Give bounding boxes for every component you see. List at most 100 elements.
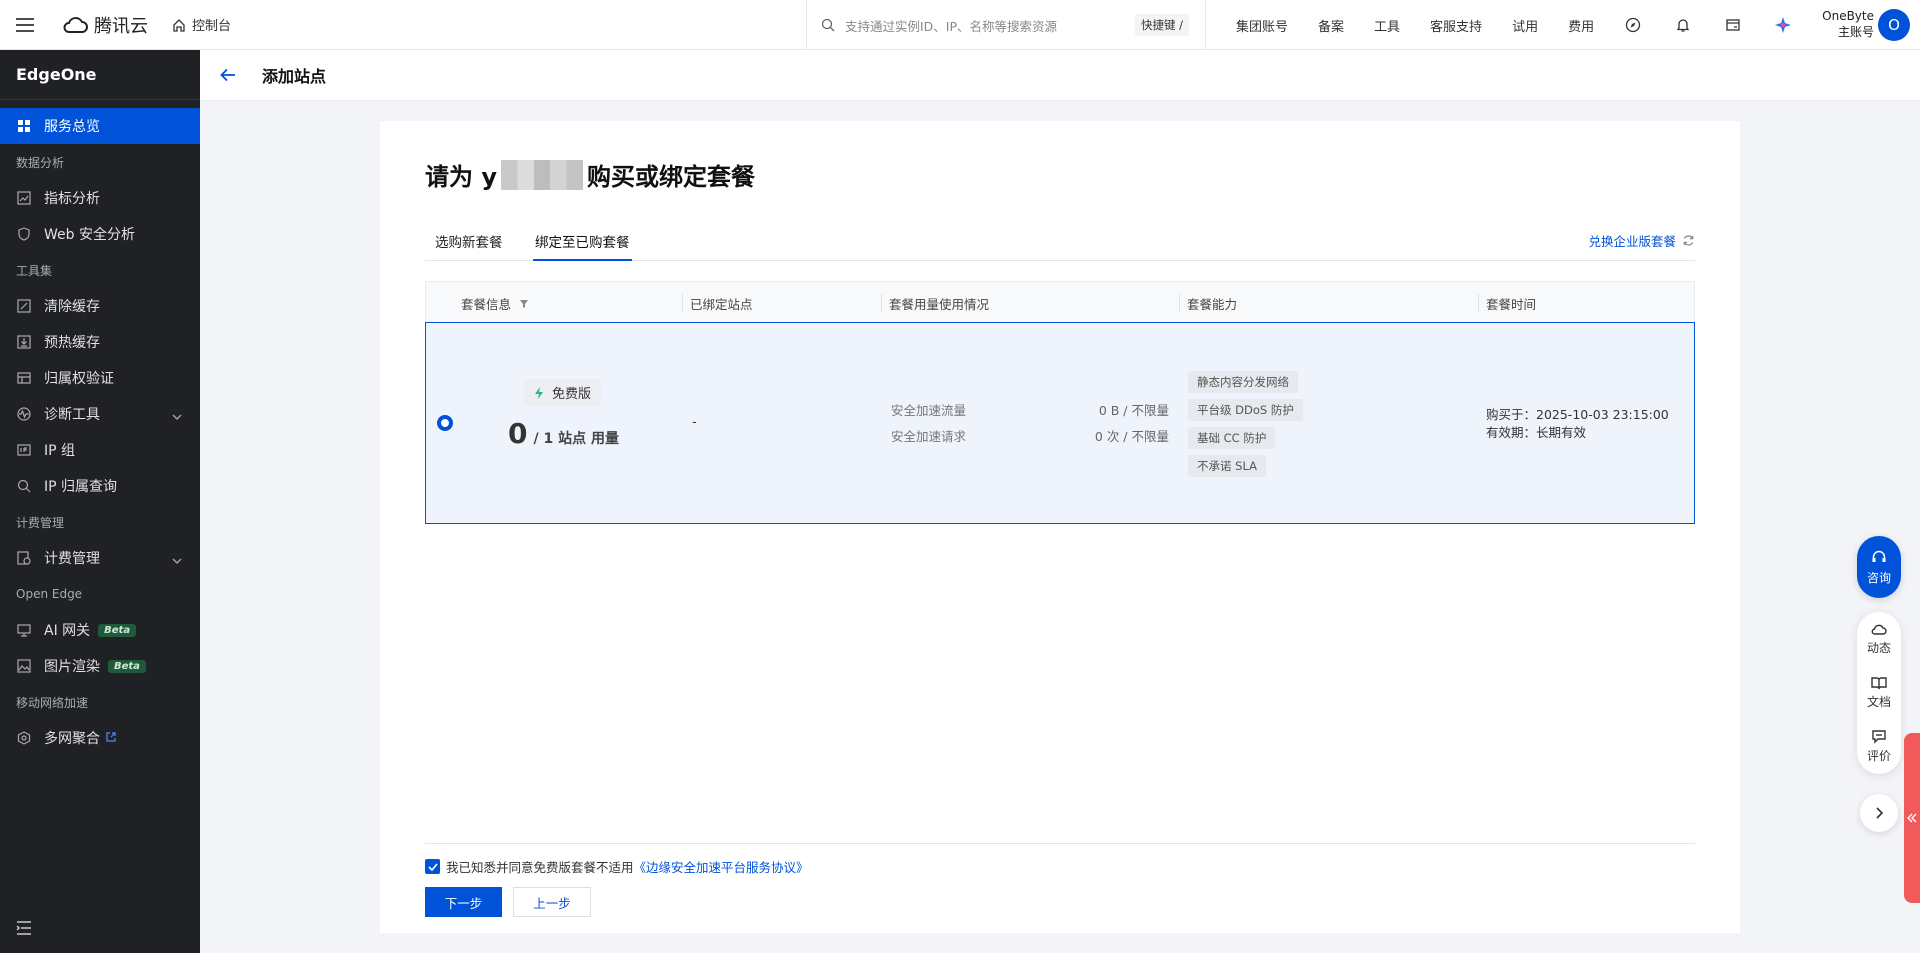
nav-billing[interactable]: 费用 [1568,16,1594,35]
bolt-icon [535,386,543,399]
agree-checkbox[interactable] [425,859,440,874]
collapse-sidebar-icon[interactable] [16,921,32,939]
sidebar-group-label: Open Edge [16,587,83,601]
cloud-icon [1871,624,1887,635]
sidebar-group-label: 工具集 [16,263,53,278]
filter-icon[interactable] [519,299,529,309]
sidebar-item-label: 归属权验证 [44,371,114,387]
search-input[interactable]: 支持通过实例ID、IP、名称等搜索资源 快捷键 / [806,0,1206,50]
float-updates[interactable]: 动态 [1857,612,1901,666]
sidebar-item-label: IP 归属查询 [44,479,118,495]
double-chevron-left-icon [1907,813,1917,823]
chevron-down-icon [172,408,182,424]
book-icon [1871,677,1887,690]
beta-badge: Beta [108,659,146,673]
col-plan-info: 套餐信息 [461,294,529,313]
sidebar-item[interactable]: 计费管理 [0,540,200,576]
redacted-site-name [501,159,583,190]
invoice-icon[interactable] [1724,16,1742,34]
account-info[interactable]: OneByte 主账号 [1810,8,1874,40]
search-icon [821,18,835,32]
sidebar-group-label: 计费管理 [16,515,65,530]
check-icon [427,862,438,871]
side-drawer-tab[interactable] [1904,733,1920,903]
sidebar-item-label: 清除缓存 [44,299,100,315]
plan-time: 购买于：2025-10-03 23:15:00 有效期：长期有效 [1486,407,1669,440]
sidebar-item[interactable]: 服务总览 [0,108,200,144]
sidebar-item-label: AI 网关 [44,623,91,639]
plan-badge: 免费版 [524,379,602,406]
consult-button[interactable]: 咨询 [1857,536,1901,598]
brand-logo[interactable]: 腾讯云 [62,12,148,38]
sidebar-item[interactable]: 多网聚合 [0,720,200,756]
sidebar-item[interactable]: 归属权验证 [0,360,200,396]
sidebar-item[interactable]: 诊断工具 [0,396,200,432]
ip-icon [16,442,32,458]
sidebar-item-label: 图片渲染 [44,659,100,675]
sidebar-item[interactable]: 清除缓存 [0,288,200,324]
capability-tag: 平台级 DDoS 防护 [1188,399,1303,421]
nav-group-account[interactable]: 集团账号 [1236,16,1288,35]
float-docs[interactable]: 文档 [1857,666,1901,720]
next-button[interactable]: 下一步 [425,887,502,917]
metric-traffic: 安全加速流量 0 B / 不限量 [891,403,1169,418]
headset-icon [1872,550,1886,562]
ai-assistant-icon[interactable] [1774,16,1792,34]
tab-buy-new[interactable]: 选购新套餐 [435,231,503,261]
chevron-down-icon [172,552,182,568]
avatar[interactable]: O [1878,9,1910,41]
page-title: 添加站点 [262,67,327,86]
float-feedback[interactable]: 评价 [1857,720,1901,774]
sidebar-item[interactable]: IP 归属查询 [0,468,200,504]
sidebar-item[interactable]: IP 组 [0,432,200,468]
agreement-link[interactable]: 《边缘安全加速平台服务协议》 [634,857,809,876]
sidebar-item[interactable]: 指标分析 [0,180,200,216]
page-header: 添加站点 [200,50,1920,101]
footer-divider [425,843,1695,844]
nav-filing[interactable]: 备案 [1318,16,1344,35]
sidebar-group-label: 数据分析 [16,155,65,170]
site-usage: 0 / 1 站点 用量 [508,417,619,450]
compass-icon[interactable] [1624,16,1642,34]
console-link[interactable]: 控制台 [172,15,231,34]
search-icon [16,478,32,494]
table-row[interactable]: 免费版 0 / 1 站点 用量 - 安全加速流量 0 B / 不限量 安全加速请… [425,322,1695,524]
capability-tag: 静态内容分发网络 [1188,371,1298,393]
external-link-icon [106,730,116,746]
col-bound-sites: 已绑定站点 [690,297,753,312]
col-time: 套餐时间 [1486,297,1537,312]
nav-tools[interactable]: 工具 [1374,16,1400,35]
tab-bind-existing[interactable]: 绑定至已购套餐 [533,231,632,261]
sidebar: EdgeOne 服务总览 数据分析 指标分析 Web 安全分析 工具集 清除缓存 预热缓存归… [0,50,200,953]
chevron-right-icon[interactable] [1860,794,1898,832]
exchange-enterprise-link[interactable]: 兑换企业版套餐 [1588,231,1695,250]
sidebar-list: 服务总览数据分析指标分析 Web 安全分析工具集清除缓存预热缓存归属权验证诊断工具… [0,108,200,756]
bell-icon[interactable] [1674,16,1692,34]
main-card: 请为 y 购买或绑定套餐 选购新套餐 绑定至已购套餐 兑换企业版套餐 套餐信息 … [380,121,1740,933]
metric-requests: 安全加速请求 0 次 / 不限量 [891,429,1169,444]
beta-badge: Beta [98,623,137,637]
plan-radio[interactable] [437,415,453,431]
download-icon [16,334,32,350]
nav-support[interactable]: 客服支持 [1430,16,1482,35]
nav-trial[interactable]: 试用 [1512,16,1538,35]
sidebar-item-label: 多网聚合 [44,731,100,747]
capability-tag: 不承诺 SLA [1188,455,1266,477]
sidebar-item-label: 服务总览 [44,119,100,135]
pulse-icon [16,406,32,422]
sidebar-item[interactable]: AI 网关 Beta [0,612,200,648]
grid-icon [16,118,32,134]
capability-tag: 基础 CC 防护 [1188,427,1276,449]
verify-icon [16,370,32,386]
back-arrow-icon[interactable] [218,65,238,85]
menu-icon[interactable] [0,0,50,50]
sidebar-item[interactable]: Web 安全分析 [0,216,200,252]
capability-list: 静态内容分发网络 平台级 DDoS 防护 基础 CC 防护 不承诺 SLA [1188,371,1303,483]
home-icon [173,18,185,32]
top-nav: 集团账号 备案 工具 客服支持 试用 费用 [1236,0,1824,50]
sidebar-item[interactable]: 图片渲染 Beta [0,648,200,684]
sidebar-item-label: 诊断工具 [44,407,100,423]
table-header: 套餐信息 已绑定站点 套餐用量使用情况 套餐能力 套餐时间 [425,281,1695,322]
prev-button[interactable]: 上一步 [513,887,591,917]
sidebar-item[interactable]: 预热缓存 [0,324,200,360]
